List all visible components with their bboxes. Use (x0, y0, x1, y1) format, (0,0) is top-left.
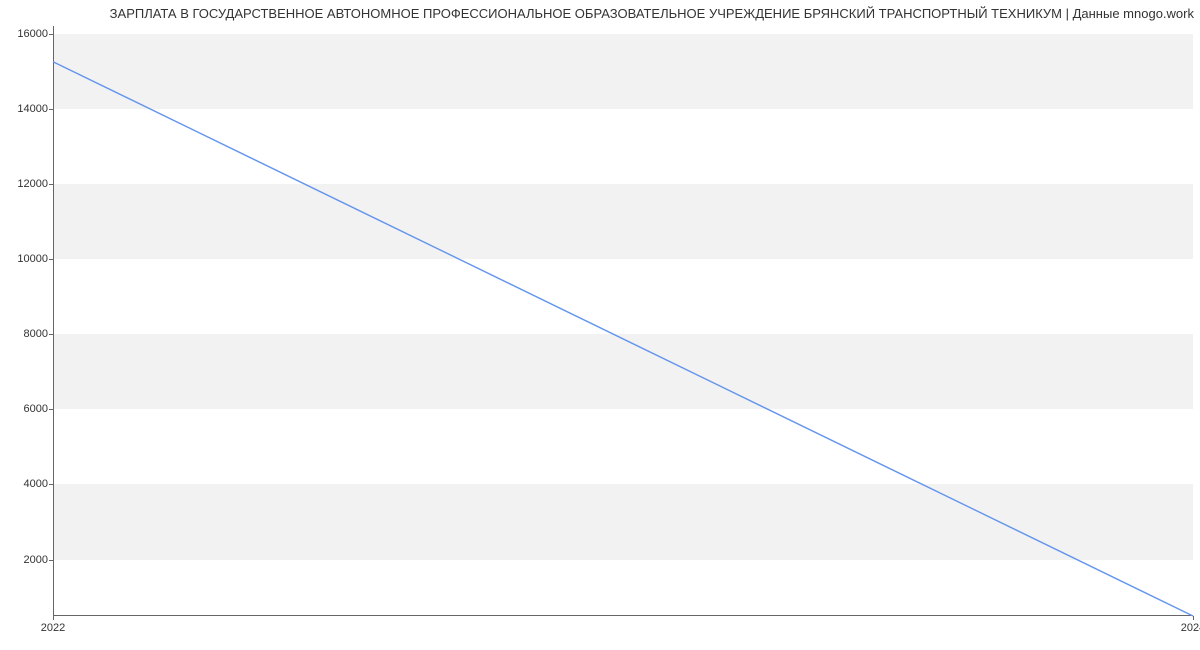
x-tick (53, 616, 54, 620)
y-tick-label: 2000 (0, 554, 48, 566)
line-series (53, 26, 1193, 616)
y-tick-label: 16000 (0, 28, 48, 40)
y-tick-label: 6000 (0, 403, 48, 415)
y-tick-label: 4000 (0, 478, 48, 490)
y-tick-label: 8000 (0, 328, 48, 340)
chart-title: ЗАРПЛАТА В ГОСУДАРСТВЕННОЕ АВТОНОМНОЕ ПР… (0, 6, 1194, 21)
y-tick-label: 12000 (0, 178, 48, 190)
x-tick-label: 2022 (41, 622, 65, 634)
y-tick-label: 14000 (0, 103, 48, 115)
plot-area (53, 26, 1193, 616)
x-tick-label: 2024 (1181, 622, 1200, 634)
y-tick-label: 10000 (0, 253, 48, 265)
x-tick (1193, 616, 1194, 620)
